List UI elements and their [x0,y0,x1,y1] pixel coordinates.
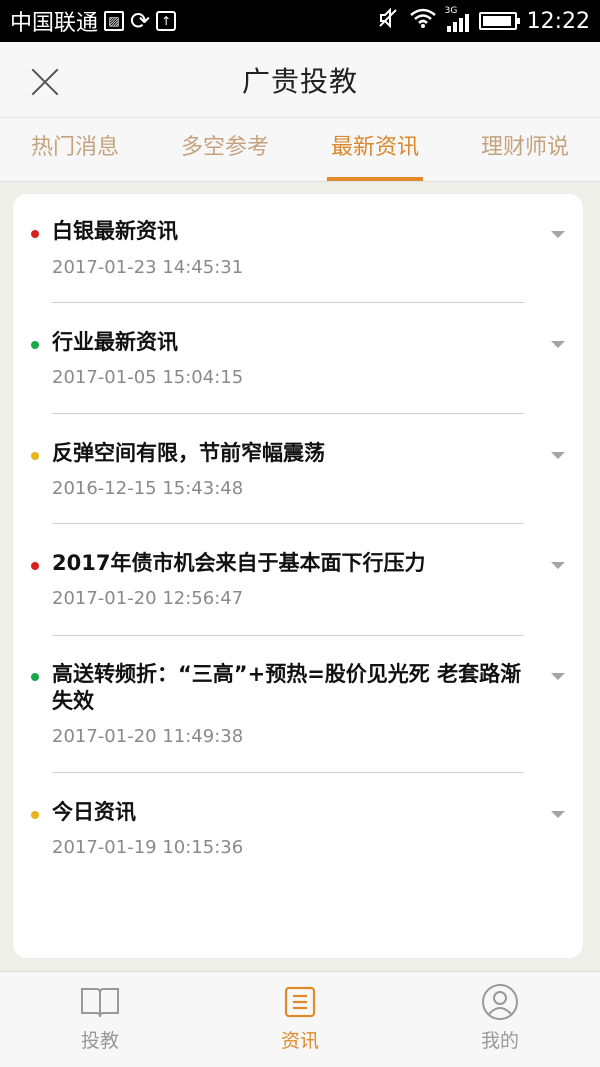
status-dot [31,673,39,681]
wifi-icon [409,7,437,35]
nav-label: 资讯 [280,1030,319,1052]
divider [52,635,524,636]
battery-level-fill [482,16,512,26]
tab-planner-talk[interactable]: 理财师说 [450,118,600,181]
nav-label: 投教 [80,1030,119,1052]
divider [52,302,524,303]
news-title[interactable]: 高送转频折：“三高”+预热=股价见光死 老套路渐失效 [52,661,522,715]
status-dot [31,811,39,819]
status-dot [31,341,39,349]
close-icon[interactable] [26,62,66,102]
chevron-down-icon[interactable] [551,811,565,818]
tab-long-short-reference[interactable]: 多空参考 [150,118,300,181]
tab-latest-news[interactable]: 最新资讯 [300,118,450,181]
news-date: 2016-12-15 15:43:48 [52,478,244,499]
status-dot [31,562,39,570]
download-notification-icon: ↑ [156,11,177,31]
divider [52,523,524,524]
chevron-down-icon[interactable] [551,673,565,680]
status-dot [31,452,39,460]
nav-item-mine[interactable]: 我的 [400,972,600,1067]
image-notification-icon: ▨ [104,11,125,31]
news-date: 2017-01-23 14:45:31 [52,257,244,278]
sync-icon: ⟳ [130,7,151,35]
app-header: 广贵投教 [0,42,600,118]
battery-icon [478,12,520,30]
page-title: 广贵投教 [241,64,358,98]
divider [52,772,524,773]
tab-hot-news[interactable]: 热门消息 [0,118,150,181]
mute-icon [377,7,399,35]
news-title[interactable]: 行业最新资讯 [52,329,522,356]
cellular-signal-icon: 3G [445,6,469,32]
divider [52,413,524,414]
news-date: 2017-01-20 12:56:47 [52,588,244,609]
category-tabs: 热门消息 多空参考 最新资讯 理财师说 [0,118,600,182]
news-title[interactable]: 白银最新资讯 [52,218,522,245]
news-date: 2017-01-05 15:04:15 [52,367,244,388]
news-date: 2017-01-20 11:49:38 [52,726,244,747]
chevron-down-icon[interactable] [551,341,565,348]
news-list-icon [280,984,320,1020]
nav-item-teaching[interactable]: 投教 [0,972,200,1067]
news-title[interactable]: 2017年债市机会来自于基本面下行压力 [52,550,522,577]
chevron-down-icon[interactable] [551,452,565,459]
news-title[interactable]: 今日资讯 [52,799,522,826]
news-date: 2017-01-19 10:15:36 [52,837,244,858]
bottom-nav: 投教 资讯 我的 [0,971,600,1067]
chevron-down-icon[interactable] [551,562,565,569]
chevron-down-icon[interactable] [551,231,565,238]
status-bar: 中国联通 ▨ ⟳ ↑ 3G 12:22 [0,0,600,42]
book-icon [80,984,120,1020]
status-dot [31,230,39,238]
news-title[interactable]: 反弹空间有限，节前窄幅震荡 [52,440,522,467]
clock: 12:22 [526,8,590,34]
news-list-card: 白银最新资讯 2017-01-23 14:45:31 行业最新资讯 2017-0… [13,194,583,958]
nav-item-news[interactable]: 资讯 [200,972,400,1067]
user-icon [480,984,520,1020]
network-type-label: 3G [444,6,458,16]
nav-label: 我的 [480,1030,519,1052]
carrier-name: 中国联通 [10,11,99,36]
